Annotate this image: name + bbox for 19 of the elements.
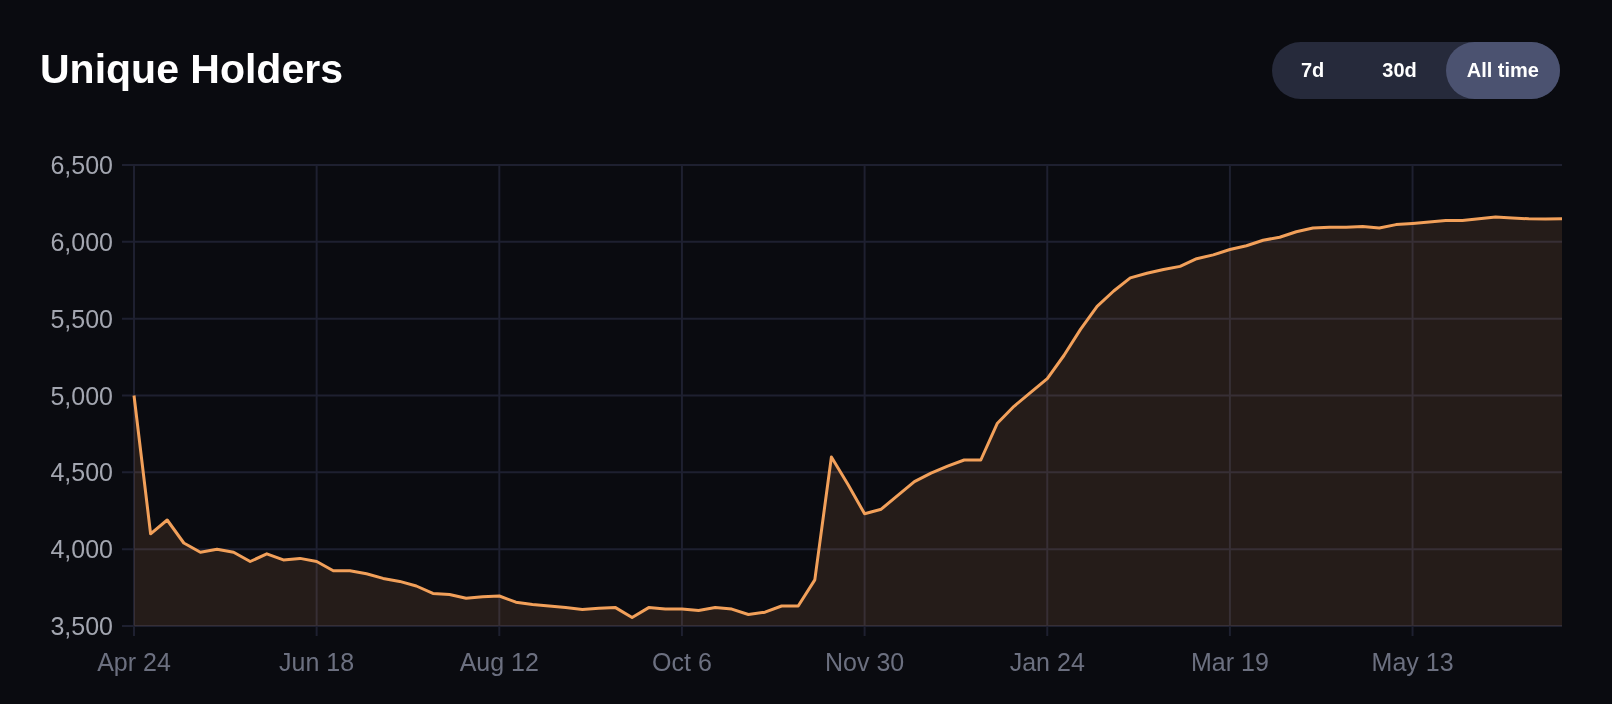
axis-label: 5,000 bbox=[50, 381, 113, 410]
axis-label: 6,000 bbox=[50, 227, 113, 256]
range-tab[interactable]: 7d bbox=[1271, 41, 1354, 99]
axis-label: May 13 bbox=[1371, 648, 1454, 676]
axis-label: Aug 12 bbox=[459, 648, 539, 676]
axis-label: Jan 24 bbox=[1009, 648, 1085, 676]
range-tab[interactable]: All time bbox=[1445, 41, 1560, 99]
axis-label: Jun 18 bbox=[279, 648, 355, 676]
axis-label: Nov 30 bbox=[825, 648, 905, 676]
chart-title: Unique Holders bbox=[40, 45, 343, 95]
range-tab[interactable]: 30d bbox=[1353, 41, 1446, 99]
axis-label: Apr 24 bbox=[97, 648, 171, 676]
axis-label: 6,500 bbox=[50, 151, 113, 179]
axis-label: 3,500 bbox=[50, 612, 113, 640]
axis-label: 4,000 bbox=[50, 535, 113, 564]
axis-label: 5,500 bbox=[50, 304, 113, 333]
axis-label: Oct 6 bbox=[652, 648, 712, 676]
axis-label: Mar 19 bbox=[1191, 648, 1269, 676]
axis-label: 4,500 bbox=[50, 458, 113, 487]
